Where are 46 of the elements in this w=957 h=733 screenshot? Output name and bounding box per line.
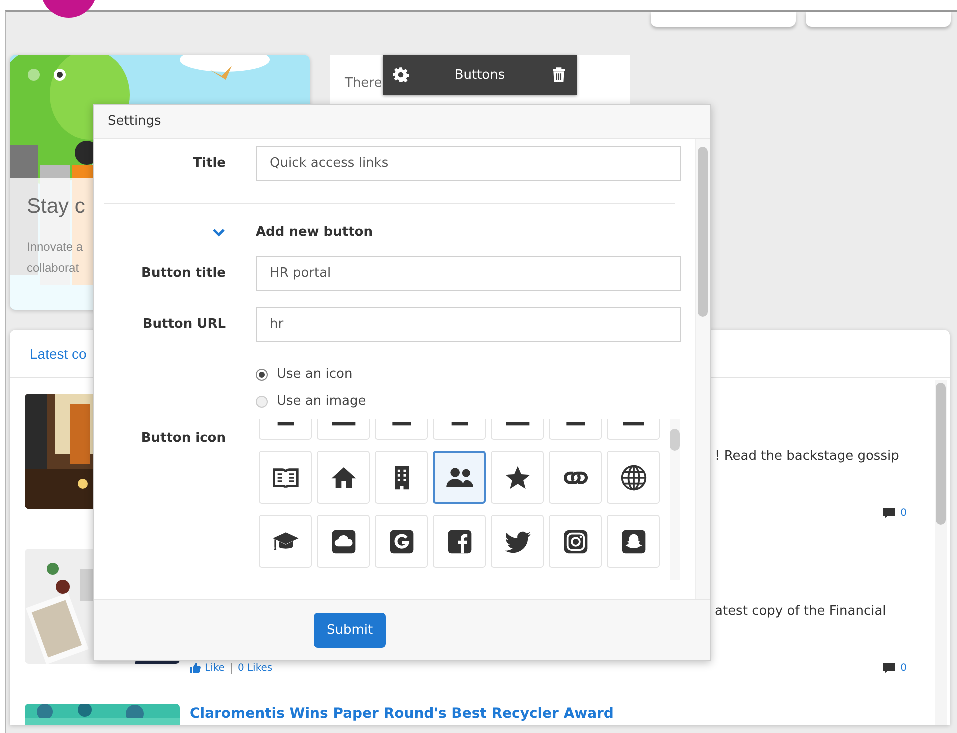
toolbar-title: Buttons [454,68,506,82]
scrollbar[interactable] [935,380,947,725]
widget-text: There [345,76,382,91]
comment-count[interactable]: 0 [900,508,907,518]
g-square-icon [388,528,416,556]
field-label: Title [192,156,226,171]
carousel-dot[interactable] [28,69,40,81]
icon-option[interactable] [433,451,486,504]
radio-label[interactable]: Use an icon [277,367,353,382]
radio-button[interactable] [256,396,268,408]
comment-count[interactable]: 0 [900,662,907,674]
likes-count: 0 Likes [236,662,273,674]
title-field[interactable]: Quick access links [256,146,681,181]
scrollbar[interactable] [695,139,710,599]
submit-button[interactable]: Submit [314,612,386,648]
hero-text: Innovate a [27,239,84,256]
field-label: Button URL [142,317,226,332]
cloud-square-icon [330,528,358,556]
news-excerpt: atest copy of the Financial [715,604,888,619]
radio-label[interactable]: Use an image [277,394,366,409]
chevron-icon[interactable] [212,228,226,238]
like-button[interactable]: Like [190,662,232,674]
hero-text: collaborat [27,260,80,277]
globe-icon [620,464,648,492]
section-title: Add new button [256,225,374,240]
f-square-icon [446,528,474,556]
text-field[interactable]: HR portal [256,256,681,291]
card-title[interactable]: Latest co [30,346,87,362]
hero-title: Stay c [27,195,86,219]
field-label: Button title [140,266,226,281]
field-label: Button icon [140,431,226,448]
radio-button[interactable] [256,368,268,380]
news-excerpt: ! Read the backstage gossip [715,449,900,464]
comment-icon [882,507,896,519]
thumbs-up-icon [190,663,201,673]
dialog-title: Settings [108,114,162,129]
delete-button[interactable] [551,67,567,83]
comment-icon [882,662,896,674]
camera-icon [562,528,590,556]
trash-icon [551,67,567,83]
ghost-square-icon [620,528,648,556]
text-field[interactable]: hr [256,307,681,342]
settings-icon [393,67,409,83]
settings-button[interactable] [393,67,409,83]
news-title[interactable]: Claromentis Wins Paper Round's Best Recycler Award [190,706,910,722]
scrollbar[interactable] [670,419,680,580]
